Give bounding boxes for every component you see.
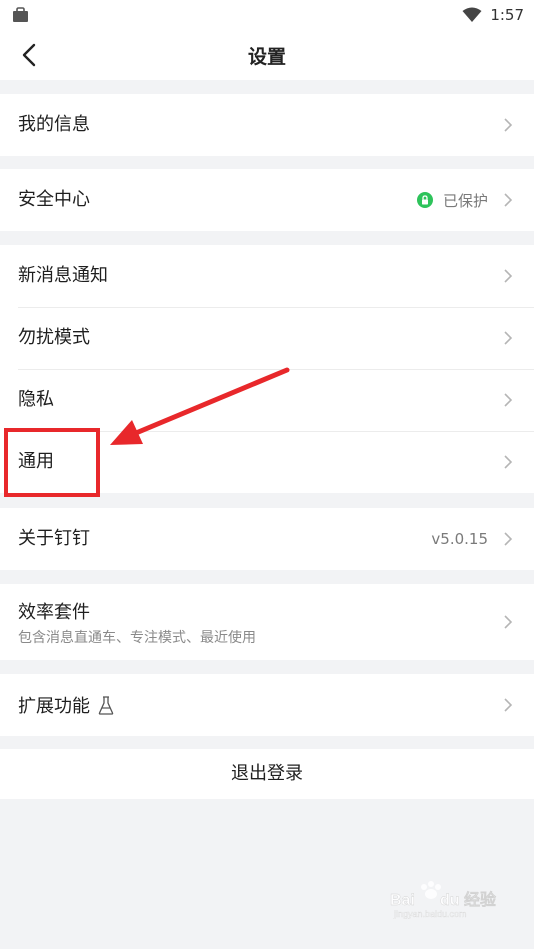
nav-bar: 设置 (0, 30, 534, 80)
settings-item-label: 安全中心 (18, 189, 90, 210)
security-status: 已保护 (416, 169, 488, 231)
status-time: 1:57 (490, 6, 524, 24)
shopping-bag-icon (13, 7, 28, 22)
settings-item-label: 效率套件 (18, 602, 90, 623)
settings-item-label: 勿扰模式 (18, 327, 90, 348)
chevron-right-icon (504, 532, 513, 546)
chevron-right-icon (504, 269, 513, 283)
baidu-paw-logo-icon: Bai du 经验 jingyan.baidu.com (390, 881, 497, 919)
svg-text:Bai: Bai (390, 892, 415, 909)
page-title: 设置 (247, 46, 286, 68)
flask-icon (98, 695, 114, 715)
group-security: 安全中心 已保护 (0, 169, 534, 231)
group-about: 关于钉钉 v5.0.15 (0, 508, 534, 570)
settings-item-security-center[interactable]: 安全中心 已保护 (0, 169, 534, 231)
settings-item-my-info[interactable]: 我的信息 (0, 94, 534, 156)
group-efficiency: 效率套件 包含消息直通车、专注模式、最近使用 (0, 584, 534, 660)
chevron-right-icon (504, 615, 513, 629)
logout-button[interactable]: 退出登录 (0, 749, 534, 799)
group-extensions: 扩展功能 (0, 674, 534, 736)
settings-item-do-not-disturb[interactable]: 勿扰模式 (0, 307, 534, 369)
chevron-right-icon (504, 118, 513, 132)
settings-item-new-message-notification[interactable]: 新消息通知 (0, 245, 534, 307)
group-my-info: 我的信息 (0, 94, 534, 156)
annotation-highlight-box (4, 428, 100, 497)
lock-icon (416, 192, 433, 208)
chevron-right-icon (504, 698, 513, 712)
settings-item-description: 包含消息直通车、专注模式、最近使用 (18, 630, 256, 646)
security-status-text: 已保护 (442, 191, 488, 210)
settings-item-about-dingtalk[interactable]: 关于钉钉 v5.0.15 (0, 508, 534, 570)
status-bar: 1:57 (0, 0, 534, 30)
wifi-icon (462, 7, 482, 22)
settings-item-label: 关于钉钉 (18, 528, 90, 549)
svg-text:du 经验: du 经验 (440, 890, 497, 909)
settings-item-extensions[interactable]: 扩展功能 (0, 674, 534, 736)
settings-item-label: 新消息通知 (18, 265, 108, 286)
chevron-right-icon (504, 393, 513, 407)
svg-text:jingyan.baidu.com: jingyan.baidu.com (393, 909, 467, 919)
version-info: v5.0.15 (431, 508, 488, 570)
baidu-watermark: Bai du 经验 jingyan.baidu.com (380, 879, 500, 919)
settings-item-privacy[interactable]: 隐私 (0, 369, 534, 431)
settings-item-label: 我的信息 (18, 114, 90, 135)
settings-item-efficiency-suite[interactable]: 效率套件 包含消息直通车、专注模式、最近使用 (0, 584, 534, 660)
chevron-right-icon (504, 193, 513, 207)
chevron-right-icon (504, 331, 513, 345)
version-text: v5.0.15 (431, 530, 488, 548)
settings-item-label: 扩展功能 (18, 696, 90, 717)
settings-item-label: 隐私 (18, 389, 54, 410)
chevron-right-icon (504, 455, 513, 469)
